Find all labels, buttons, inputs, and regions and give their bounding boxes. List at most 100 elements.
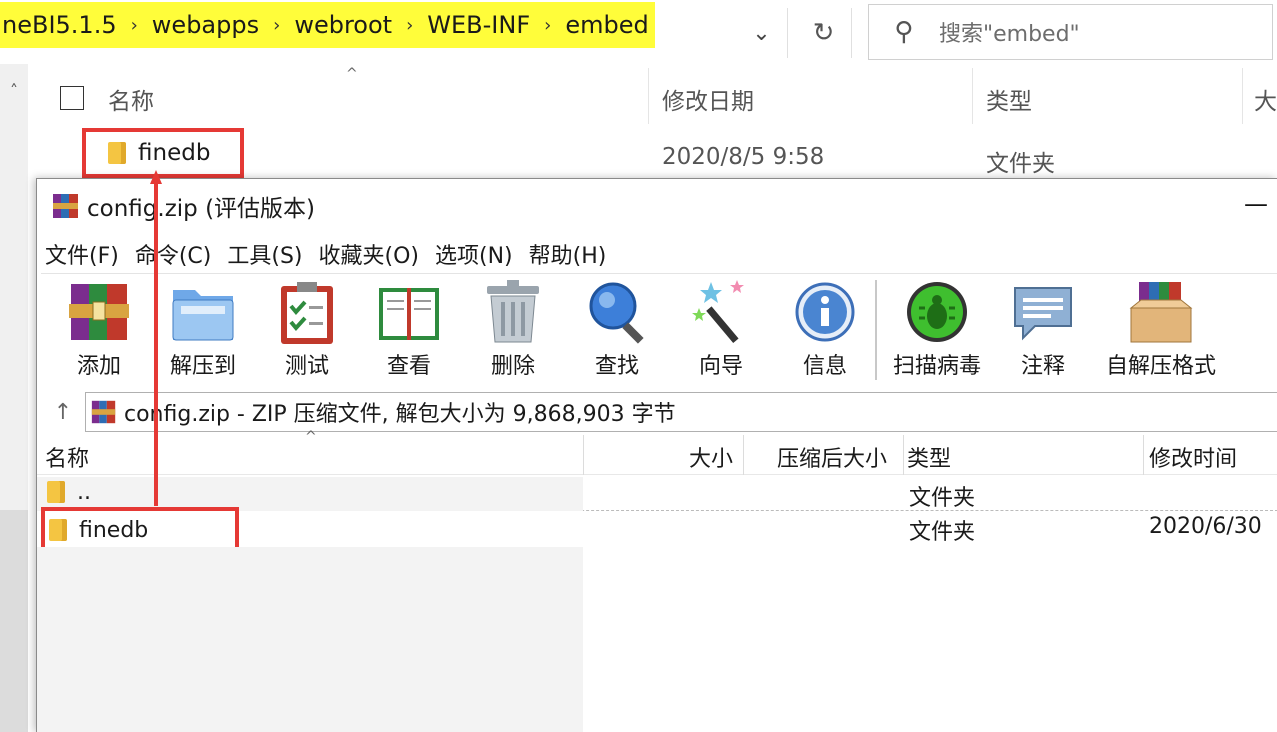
wizard-label: 向导: [698, 354, 743, 379]
column-divider[interactable]: [743, 435, 744, 475]
comment-button[interactable]: 注释: [997, 278, 1089, 380]
breadcrumb-item[interactable]: webapps: [152, 11, 259, 39]
file-modified: 2020/6/30: [1149, 514, 1262, 539]
column-modified[interactable]: 修改日期: [662, 82, 754, 116]
column-divider[interactable]: [1242, 68, 1243, 124]
name-column-background: [37, 547, 583, 732]
select-all-checkbox[interactable]: [60, 86, 84, 110]
scroll-up-icon[interactable]: ˄: [0, 76, 28, 106]
magnifier-icon: [585, 278, 649, 346]
column-size[interactable]: 大: [1254, 82, 1277, 116]
window-title-bar: config.zip (评估版本): [37, 179, 1277, 233]
add-button[interactable]: 添加: [53, 278, 145, 380]
path-bar: ↑ config.zip - ZIP 压缩文件, 解包大小为 9,868,903…: [41, 391, 1277, 433]
chevron-down-icon[interactable]: ⌄: [736, 8, 788, 58]
view-button[interactable]: 查看: [363, 278, 455, 380]
column-divider[interactable]: [583, 435, 584, 475]
chevron-right-icon[interactable]: ›: [273, 15, 280, 36]
chevron-right-icon[interactable]: ›: [544, 15, 551, 36]
magic-wand-icon: [689, 278, 753, 346]
breadcrumb-item[interactable]: WEB-INF: [427, 11, 530, 39]
breadcrumb-item[interactable]: webroot: [294, 11, 392, 39]
menu-help[interactable]: 帮助(H): [521, 238, 615, 270]
breadcrumb: neBI5.1.5 › webapps › webroot › WEB-INF …: [0, 2, 655, 48]
extract-to-label: 解压到: [169, 354, 236, 379]
search-input[interactable]: ⚲ 搜索"embed": [868, 4, 1273, 60]
file-type: 文件夹: [986, 151, 1055, 177]
archive-row[interactable]: finedb 文件夹 2020/6/30: [37, 507, 1277, 553]
file-name: ..: [77, 480, 91, 505]
virus-scan-label: 扫描病毒: [892, 354, 981, 379]
virus-scan-button[interactable]: 扫描病毒: [887, 278, 987, 380]
sort-caret-icon: ^: [305, 429, 317, 445]
menu-options[interactable]: 选项(N): [427, 238, 521, 270]
column-divider[interactable]: [903, 435, 904, 475]
delete-label: 删除: [490, 354, 535, 379]
menu-favorites[interactable]: 收藏夹(O): [311, 238, 427, 270]
comment-label: 注释: [1020, 354, 1065, 379]
minimize-button[interactable]: —: [1241, 189, 1271, 219]
extract-folder-icon: [171, 278, 235, 346]
file-name[interactable]: finedb: [138, 140, 210, 166]
book-icon: [377, 278, 441, 346]
winrar-icon: [51, 191, 81, 221]
column-packed-size[interactable]: 压缩后大小: [777, 441, 887, 473]
breadcrumb-item[interactable]: neBI5.1.5: [2, 11, 117, 39]
toolbar-separator: [875, 280, 877, 380]
breadcrumb-item[interactable]: embed: [565, 11, 648, 39]
column-size[interactable]: 大小: [689, 441, 733, 473]
menu-tools[interactable]: 工具(S): [219, 238, 310, 270]
add-label: 添加: [76, 354, 121, 379]
path-field[interactable]: config.zip - ZIP 压缩文件, 解包大小为 9,868,903 字…: [85, 392, 1277, 432]
view-label: 查看: [386, 354, 431, 379]
file-row[interactable]: finedb 2020/8/5 9:58 文件夹: [40, 128, 1277, 182]
extract-to-button[interactable]: 解压到: [157, 278, 249, 380]
explorer-scrollbar[interactable]: [0, 64, 28, 510]
delete-button[interactable]: 删除: [467, 278, 559, 380]
column-modified[interactable]: 修改时间: [1149, 441, 1237, 473]
highlight-box: finedb: [82, 128, 244, 178]
add-icon: [67, 278, 131, 346]
column-divider[interactable]: [1143, 435, 1144, 475]
chevron-right-icon[interactable]: ›: [131, 15, 138, 36]
wizard-button[interactable]: 向导: [675, 278, 767, 380]
explorer-column-header: 名称 修改日期 类型 大: [40, 68, 1277, 124]
test-button[interactable]: 测试: [261, 278, 353, 380]
scrollbar-thumb[interactable]: [0, 510, 28, 732]
column-divider[interactable]: [972, 68, 973, 124]
winrar-window: config.zip (评估版本) — 文件(F) 命令(C) 工具(S) 收藏…: [36, 178, 1277, 732]
find-button[interactable]: 查找: [571, 278, 663, 380]
sfx-button[interactable]: 自解压格式: [1101, 278, 1221, 380]
explorer-address-bar: neBI5.1.5 › webapps › webroot › WEB-INF …: [0, 0, 1277, 64]
zip-archive-icon: [90, 398, 118, 426]
file-name: finedb: [79, 517, 149, 543]
folder-icon: [108, 142, 126, 164]
file-modified: 2020/8/5 9:58: [662, 144, 825, 170]
menu-file[interactable]: 文件(F): [37, 238, 127, 270]
comment-icon: [1011, 278, 1075, 346]
name-cell: [37, 477, 583, 511]
bug-icon: [905, 278, 969, 346]
search-placeholder: 搜索"embed": [939, 22, 1080, 47]
file-type: 文件夹: [909, 486, 976, 511]
refresh-icon[interactable]: ↻: [796, 8, 852, 58]
column-name[interactable]: 名称: [45, 441, 89, 473]
info-label: 信息: [802, 354, 847, 379]
column-type[interactable]: 类型: [907, 441, 951, 473]
toolbar: 添加 解压到 测试 查看 删除 查找 向导 信息 扫描病毒 注释 自解压格式: [41, 273, 1277, 387]
window-title: config.zip (评估版本): [87, 196, 316, 222]
arrow-up-icon[interactable]: ↑: [41, 400, 85, 425]
folder-icon: [49, 519, 67, 541]
menu-commands[interactable]: 命令(C): [127, 238, 220, 270]
path-text: config.zip - ZIP 压缩文件, 解包大小为 9,868,903 字…: [124, 402, 676, 427]
column-type[interactable]: 类型: [986, 82, 1032, 116]
parent-folder-row[interactable]: .. 文件夹: [37, 477, 1277, 511]
file-type: 文件夹: [909, 520, 976, 545]
column-name[interactable]: 名称: [108, 82, 154, 116]
search-icon: ⚲: [894, 17, 914, 47]
column-divider[interactable]: [648, 68, 649, 124]
folder-icon: [47, 481, 77, 509]
info-icon: [793, 278, 857, 346]
info-button[interactable]: 信息: [779, 278, 871, 380]
chevron-right-icon[interactable]: ›: [406, 15, 413, 36]
